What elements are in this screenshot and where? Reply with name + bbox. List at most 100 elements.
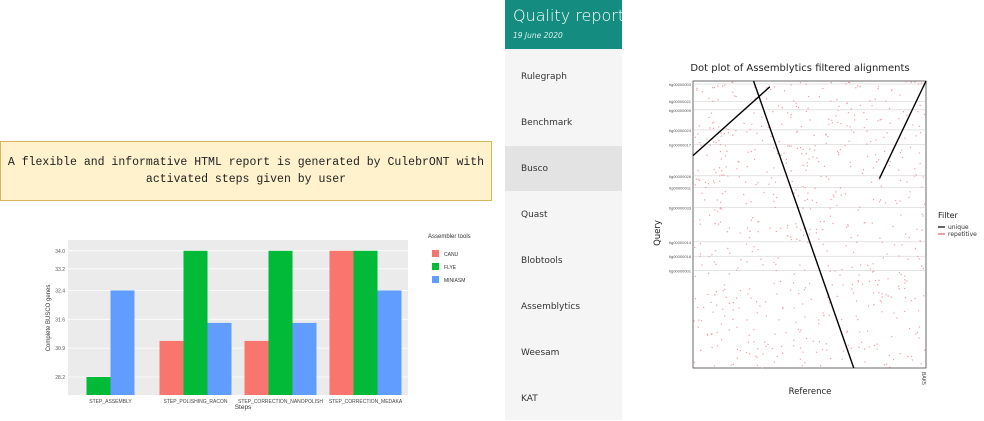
repetitive-dot [858,274,860,276]
repetitive-dot [714,222,716,225]
repetitive-dot [846,125,848,127]
repetitive-dot [700,320,703,322]
repetitive-dot [890,296,892,298]
repetitive-dot [858,346,860,348]
repetitive-dot [715,141,717,144]
repetitive-dot [712,127,715,130]
sidebar-item-kat[interactable]: KAT [505,376,622,421]
repetitive-dot [873,344,876,347]
repetitive-dot [876,348,878,350]
repetitive-dot [802,351,804,353]
repetitive-dot [904,310,906,313]
repetitive-dot [724,315,726,317]
repetitive-dot [812,156,814,158]
repetitive-dot [842,284,844,286]
repetitive-dot [823,165,826,167]
repetitive-dot [857,280,859,282]
repetitive-dot [792,282,795,284]
repetitive-dot [694,136,696,138]
repetitive-dot [853,131,855,133]
repetitive-dot [919,162,921,165]
repetitive-dot [775,263,777,265]
repetitive-dot [721,174,723,176]
repetitive-dot [804,362,806,364]
repetitive-dot [867,264,869,266]
repetitive-dot [713,121,715,123]
repetitive-dot [713,182,716,184]
repetitive-dot [850,347,852,349]
repetitive-dot [875,154,877,156]
repetitive-dot [713,168,715,170]
repetitive-dot [825,142,827,145]
repetitive-dot [851,266,853,268]
repetitive-dot [822,312,824,314]
repetitive-dot [795,321,797,323]
repetitive-dot [761,139,764,142]
dot-y-tick: tig00000009 [669,108,692,113]
repetitive-dot [837,109,839,111]
bar-xlabel: Steps [235,404,252,411]
repetitive-dot [706,334,709,336]
repetitive-dot [842,350,845,352]
repetitive-dot [819,220,822,223]
sidebar-item-benchmark[interactable]: Benchmark [505,100,622,145]
repetitive-dot [872,167,875,169]
repetitive-dot [717,223,720,225]
repetitive-dot [838,105,840,107]
repetitive-dot [823,314,825,317]
repetitive-dot [915,333,917,335]
repetitive-dot [836,99,838,101]
repetitive-dot [862,169,865,171]
repetitive-dot [829,207,831,209]
repetitive-dot [737,267,739,269]
repetitive-dot [914,81,916,83]
sidebar-item-weesam[interactable]: Weesam [505,330,622,375]
repetitive-dot [715,250,717,252]
repetitive-dot [898,255,900,257]
bar-x-tick: STEP_CORRECTION_NANOPOLISH [238,399,323,405]
repetitive-dot [721,339,723,341]
repetitive-dot [790,84,792,86]
repetitive-dot [876,343,878,345]
bar-canu [244,340,269,395]
repetitive-dot [745,352,748,354]
sidebar-item-quast[interactable]: Quast [505,192,622,237]
repetitive-dot [807,107,809,109]
legend-swatch [432,250,439,257]
repetitive-dot [884,150,886,153]
repetitive-dot [801,303,804,305]
repetitive-dot [869,100,871,102]
repetitive-dot [760,258,762,260]
repetitive-dot [802,164,804,167]
repetitive-dot [729,252,731,254]
repetitive-dot [766,171,768,173]
repetitive-dot [905,233,907,235]
repetitive-dot [914,247,917,250]
sidebar-item-assemblytics[interactable]: Assemblytics [505,284,622,329]
repetitive-dot [726,150,728,152]
repetitive-dot [719,144,721,146]
repetitive-dot [699,253,702,255]
repetitive-dot [840,319,843,321]
busco-bar-chart: Complete BUSCO genes Steps Assembler too… [46,234,471,411]
repetitive-dot [755,355,757,357]
repetitive-dot [719,151,722,153]
repetitive-dot [712,311,714,313]
repetitive-dot [761,116,763,118]
sidebar-item-blobtools[interactable]: Blobtools [505,238,622,283]
repetitive-dot [822,243,824,245]
sidebar-item-busco[interactable]: Busco [505,146,622,191]
repetitive-dot [896,202,898,205]
repetitive-dot [753,158,756,161]
repetitive-dot [807,241,809,244]
repetitive-dot [704,199,706,201]
dot-x-tick: BAK5 [920,372,926,385]
repetitive-dot [847,224,849,226]
dot-y-tick: tig00000014 [669,240,692,245]
dot-y-tick: tig00000016 [669,254,692,259]
repetitive-dot [815,228,818,230]
repetitive-dot [885,100,887,102]
repetitive-dot [904,282,906,284]
sidebar-item-rulegraph[interactable]: Rulegraph [505,54,622,99]
repetitive-dot [795,102,797,104]
